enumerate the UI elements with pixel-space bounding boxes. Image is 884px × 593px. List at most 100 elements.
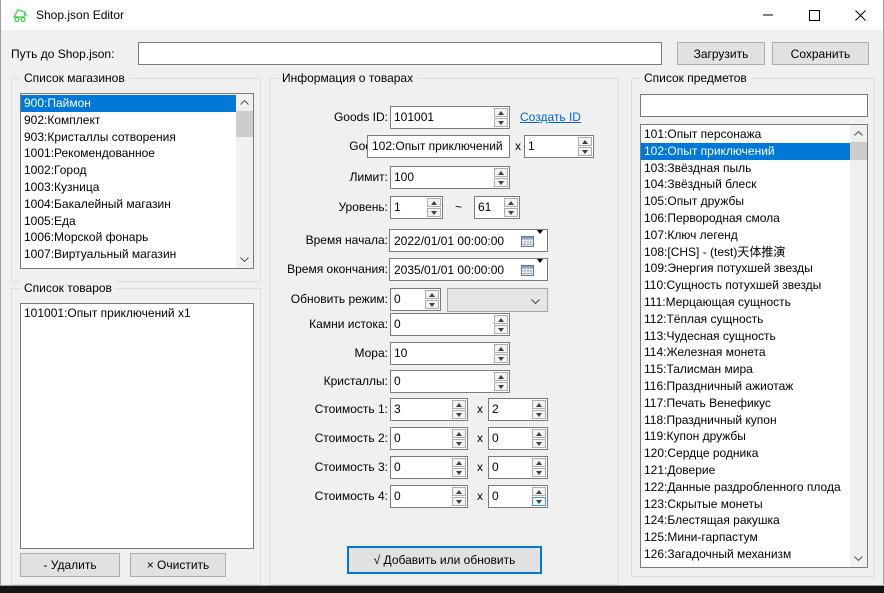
list-item[interactable]: 121:Доверие	[641, 462, 850, 479]
level-max-value[interactable]: 61	[475, 197, 503, 218]
primogems-spinner[interactable]: 0	[390, 313, 510, 336]
arrow-down-icon[interactable]	[532, 497, 546, 506]
list-item[interactable]: 110:Сущность потухшей звезды	[641, 277, 850, 294]
arrow-down-icon[interactable]	[452, 439, 466, 448]
load-button[interactable]: Загрузить	[677, 42, 765, 65]
cost2-item-spinner[interactable]: 0	[390, 427, 468, 450]
cost3-count-spinner[interactable]: 0	[488, 456, 548, 479]
list-item[interactable]: 122:Данные раздробленного плода	[641, 479, 850, 496]
arrow-down-icon[interactable]	[425, 300, 439, 309]
arrow-down-icon[interactable]	[452, 410, 466, 419]
cost4-item-spinner[interactable]: 0	[390, 485, 468, 508]
cost4-count-spinner[interactable]: 0	[488, 485, 548, 508]
cost2-count-value[interactable]: 0	[489, 428, 531, 449]
list-item[interactable]: 107:Ключ легенд	[641, 227, 850, 244]
limit-value[interactable]: 100	[391, 167, 493, 188]
list-item[interactable]: 125:Мини-гарпастум	[641, 529, 850, 546]
arrow-up-icon[interactable]	[494, 344, 508, 353]
maximize-button[interactable]	[791, 0, 837, 30]
shops-scrollbar[interactable]	[236, 94, 253, 268]
list-item[interactable]: 123:Скрытые монеты	[641, 496, 850, 513]
list-item[interactable]: 1001:Рекомендованное	[21, 145, 236, 162]
crystals-value[interactable]: 0	[391, 371, 493, 392]
arrow-down-icon[interactable]	[532, 439, 546, 448]
arrow-down-icon[interactable]	[532, 468, 546, 477]
list-item[interactable]: 104:Звёздный блеск	[641, 176, 850, 193]
cost3-item-spinner[interactable]: 0	[390, 456, 468, 479]
arrow-up-icon[interactable]	[452, 400, 466, 409]
clear-button[interactable]: × Очистить	[130, 553, 226, 577]
goods-count-value[interactable]: 1	[525, 136, 577, 157]
arrow-down-icon[interactable]	[578, 147, 592, 156]
level-min-value[interactable]: 1	[391, 197, 426, 218]
list-item[interactable]: 120:Сердце родника	[641, 445, 850, 462]
mora-spinner[interactable]: 10	[390, 342, 510, 365]
items-search-input[interactable]	[640, 94, 868, 117]
list-item[interactable]: 108:[CHS] - (test)天体推演	[641, 244, 850, 261]
list-item[interactable]: 101001:Опыт приключений x1	[21, 305, 253, 322]
list-item[interactable]: 115:Талисман мира	[641, 361, 850, 378]
list-item[interactable]: 102:Опыт приключений	[641, 143, 850, 160]
cost4-count-value[interactable]: 0	[489, 486, 531, 507]
chevron-down-icon[interactable]	[850, 550, 867, 567]
level-min-spinner[interactable]: 1	[390, 196, 443, 219]
arrow-down-icon[interactable]	[494, 325, 508, 334]
arrow-up-icon[interactable]	[452, 429, 466, 438]
items-scrollbar[interactable]	[850, 125, 867, 567]
list-item[interactable]: 900:Паймон	[21, 95, 236, 112]
goods-count-spinner[interactable]: 1	[524, 135, 594, 158]
list-item[interactable]: 1002:Город	[21, 162, 236, 179]
list-item[interactable]: 113:Чудесная сущность	[641, 328, 850, 345]
crystals-spinner[interactable]: 0	[390, 370, 510, 393]
arrow-down-icon[interactable]	[452, 497, 466, 506]
arrow-down-icon[interactable]	[504, 208, 518, 217]
limit-spinner[interactable]: 100	[390, 166, 510, 189]
cost2-item-value[interactable]: 0	[391, 428, 451, 449]
time-end-picker[interactable]: 2035/01/01 00:00:00	[389, 258, 548, 281]
arrow-down-icon[interactable]	[427, 208, 441, 217]
arrow-up-icon[interactable]	[532, 400, 546, 409]
arrow-up-icon[interactable]	[532, 458, 546, 467]
cost3-count-value[interactable]: 0	[489, 457, 531, 478]
list-item[interactable]: 1003:Кузница	[21, 179, 236, 196]
list-item[interactable]: 117:Печать Венефикус	[641, 395, 850, 412]
refresh-mode-spinner[interactable]: 0	[390, 288, 441, 311]
list-item[interactable]: 1005:Еда	[21, 213, 236, 230]
list-item[interactable]: 101:Опыт персонажа	[641, 126, 850, 143]
shops-scroll-thumb[interactable]	[236, 111, 253, 137]
list-item[interactable]: 114:Железная монета	[641, 344, 850, 361]
arrow-up-icon[interactable]	[494, 315, 508, 324]
time-start-value[interactable]: 2022/01/01 00:00:00	[390, 234, 521, 248]
dropdown-arrow-icon[interactable]	[537, 263, 543, 277]
arrow-up-icon[interactable]	[452, 458, 466, 467]
arrow-up-icon[interactable]	[494, 372, 508, 381]
calendar-icon[interactable]	[521, 235, 534, 247]
arrow-up-icon[interactable]	[532, 487, 546, 496]
mora-value[interactable]: 10	[391, 343, 493, 364]
refresh-mode-combo[interactable]	[447, 288, 548, 312]
arrow-up-icon[interactable]	[427, 198, 441, 207]
arrow-up-icon[interactable]	[504, 198, 518, 207]
list-item[interactable]: 103:Звёздная пыль	[641, 160, 850, 177]
goods-id-spinner[interactable]: 101001	[390, 106, 510, 129]
list-item[interactable]: 106:Первородная смола	[641, 210, 850, 227]
arrow-up-icon[interactable]	[532, 429, 546, 438]
list-item[interactable]: 1006:Морской фонарь	[21, 229, 236, 246]
close-button[interactable]	[837, 0, 883, 30]
time-start-picker[interactable]: 2022/01/01 00:00:00	[389, 229, 548, 252]
primogems-value[interactable]: 0	[391, 314, 493, 335]
list-item[interactable]: 1007:Виртуальный магазин	[21, 246, 236, 263]
arrow-up-icon[interactable]	[494, 168, 508, 177]
chevron-down-icon[interactable]	[236, 251, 253, 268]
goods-id-value[interactable]: 101001	[391, 107, 493, 128]
list-item[interactable]: 124:Блестящая ракушка	[641, 512, 850, 529]
list-item[interactable]: 902:Комплект	[21, 112, 236, 129]
list-item[interactable]: 105:Опыт дружбы	[641, 193, 850, 210]
arrow-down-icon[interactable]	[532, 410, 546, 419]
list-item[interactable]: 118:Праздничный купон	[641, 412, 850, 429]
refresh-mode-value[interactable]: 0	[391, 289, 424, 310]
cost3-item-value[interactable]: 0	[391, 457, 451, 478]
arrow-down-icon[interactable]	[494, 118, 508, 127]
chevron-up-icon[interactable]	[236, 94, 253, 111]
list-item[interactable]: 111:Мерцающая сущность	[641, 294, 850, 311]
